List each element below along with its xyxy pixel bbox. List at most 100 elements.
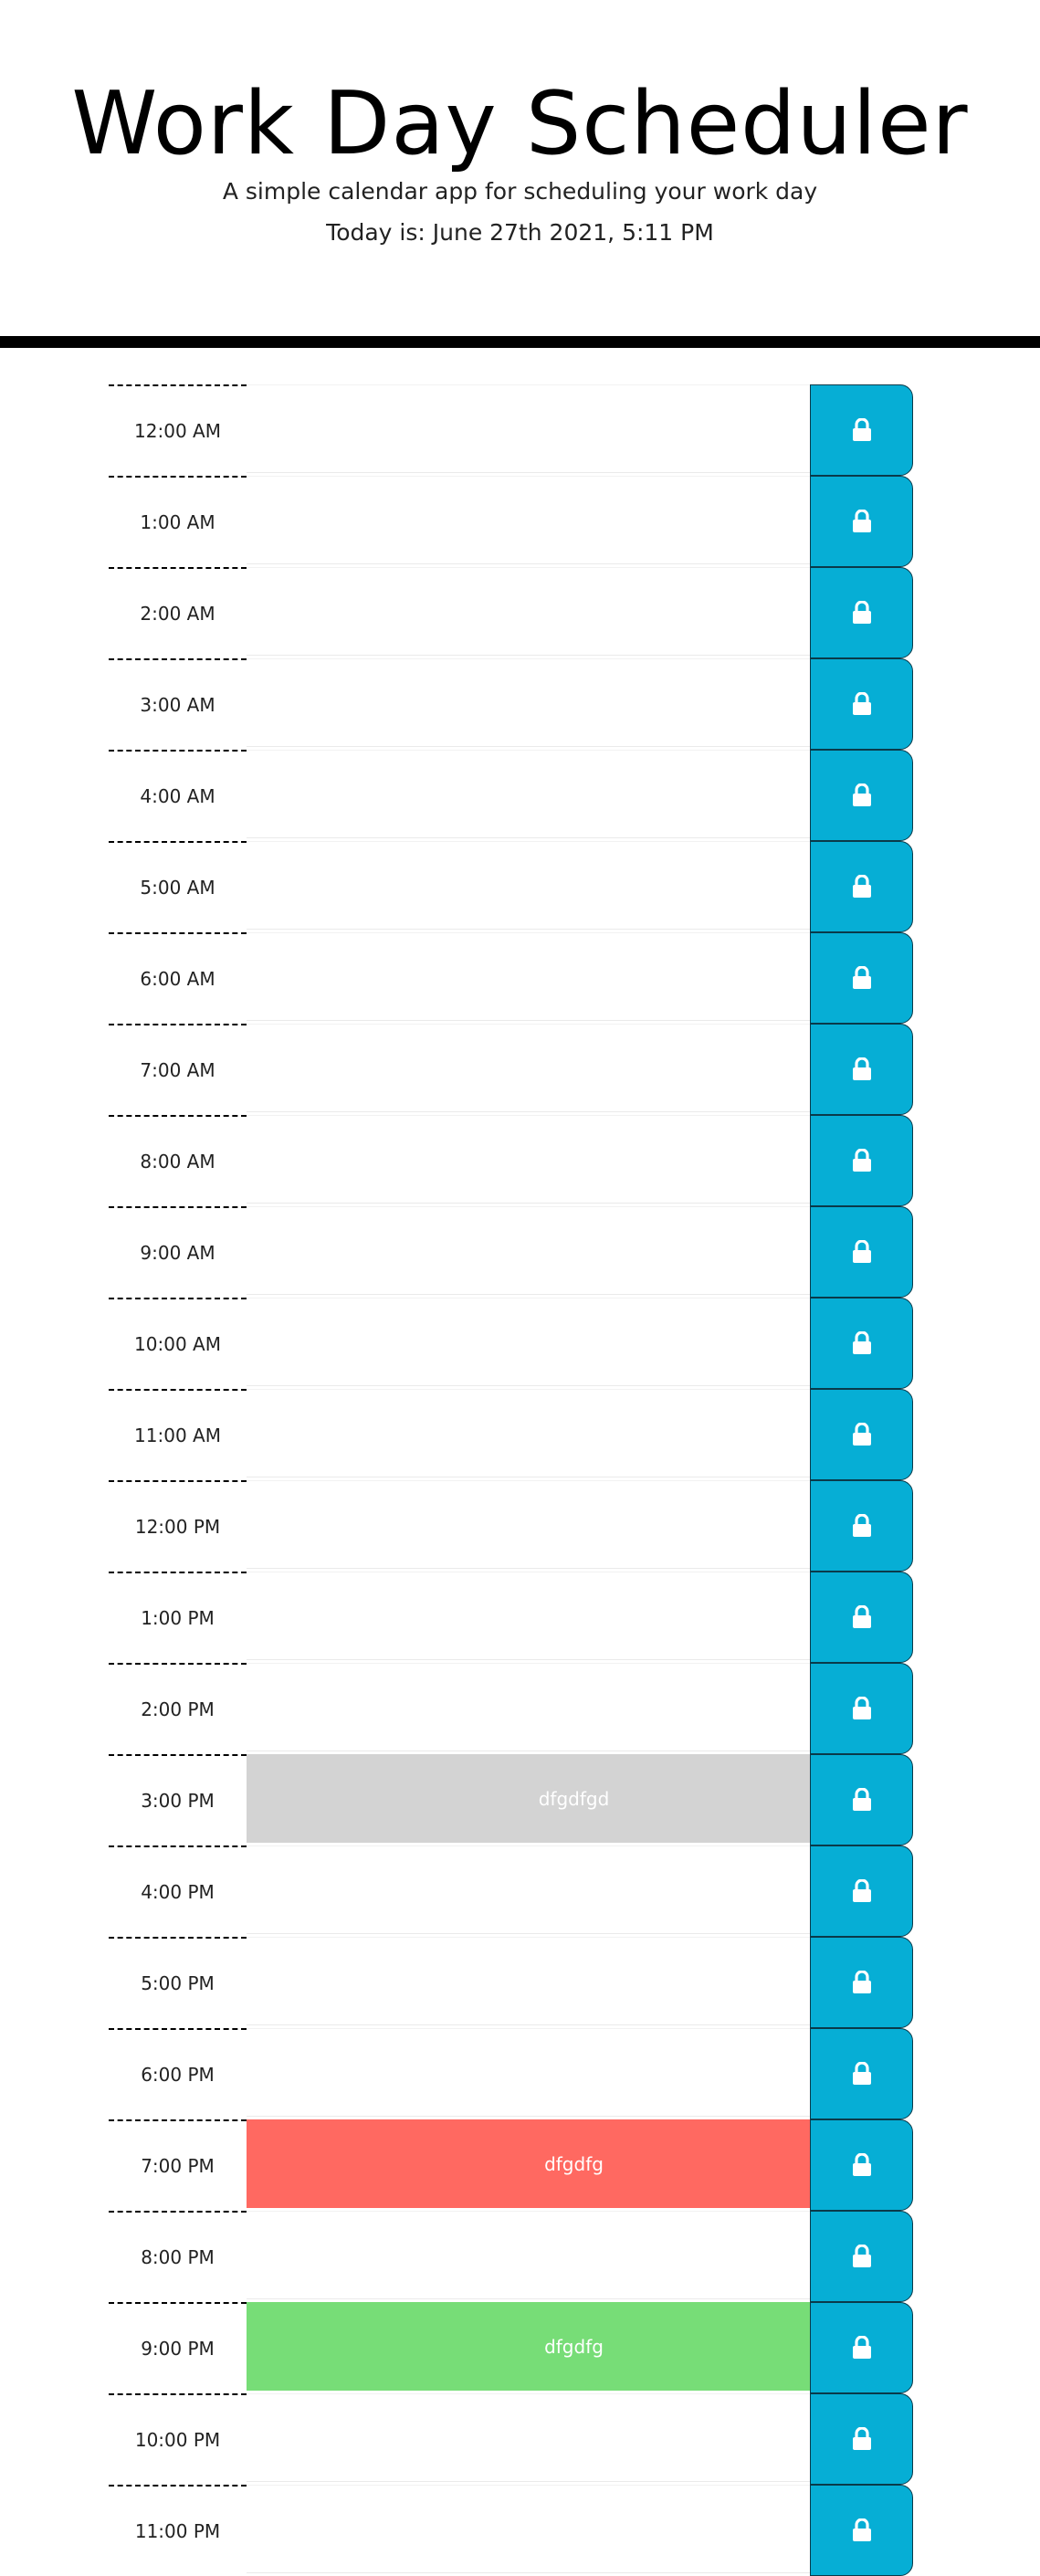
lock-icon	[851, 1149, 873, 1172]
event-description-input[interactable]: dfgdfg	[247, 2119, 901, 2208]
lock-icon	[851, 692, 873, 716]
hour-label: 6:00 AM	[109, 932, 247, 1024]
save-button[interactable]	[810, 932, 913, 1024]
save-button[interactable]	[810, 1298, 913, 1389]
time-block: 9:00 PM dfgdfg	[109, 2302, 914, 2393]
lock-icon	[851, 875, 873, 899]
event-description-input[interactable]	[247, 841, 901, 930]
save-button[interactable]	[810, 1115, 913, 1206]
lock-icon	[851, 2518, 873, 2542]
event-description-input[interactable]	[247, 1024, 901, 1112]
event-description-input[interactable]	[247, 1572, 901, 1660]
save-button[interactable]	[810, 841, 913, 932]
lock-icon	[851, 1879, 873, 1903]
save-button[interactable]	[810, 1389, 913, 1480]
time-block: 3:00 AM	[109, 658, 914, 750]
lock-icon	[851, 1788, 873, 1812]
save-button[interactable]	[810, 1845, 913, 1937]
lock-icon	[851, 2062, 873, 2086]
time-block: 1:00 AM	[109, 476, 914, 567]
event-description-input[interactable]	[247, 2211, 901, 2299]
save-button[interactable]	[810, 2485, 913, 2576]
save-button[interactable]	[810, 2211, 913, 2302]
lock-icon	[851, 1331, 873, 1355]
save-button[interactable]	[810, 2119, 913, 2211]
time-block: 10:00 AM	[109, 1298, 914, 1389]
event-description-input[interactable]	[247, 750, 901, 838]
event-description-input[interactable]	[247, 1480, 901, 1569]
hour-label: 1:00 AM	[109, 476, 247, 567]
save-button[interactable]	[810, 1663, 913, 1754]
time-block: 2:00 AM	[109, 567, 914, 658]
lock-icon	[851, 1240, 873, 1264]
hour-label: 2:00 PM	[109, 1663, 247, 1754]
event-description-input[interactable]	[247, 2485, 901, 2573]
event-description-input[interactable]	[247, 1663, 901, 1751]
event-description-input[interactable]	[247, 2393, 901, 2482]
event-description-input[interactable]: dfgdfg	[247, 2302, 901, 2391]
event-description-input[interactable]	[247, 932, 901, 1021]
lock-icon	[851, 2245, 873, 2268]
lock-icon	[851, 2153, 873, 2177]
lock-icon	[851, 2427, 873, 2451]
save-button[interactable]	[810, 1206, 913, 1298]
save-button[interactable]	[810, 658, 913, 750]
event-description-input[interactable]	[247, 567, 901, 656]
save-button[interactable]	[810, 384, 913, 476]
save-button[interactable]	[810, 1754, 913, 1845]
save-button[interactable]	[810, 567, 913, 658]
save-button[interactable]	[810, 1024, 913, 1115]
lock-icon	[851, 783, 873, 807]
event-description-input[interactable]	[247, 2028, 901, 2117]
time-block: 5:00 AM	[109, 841, 914, 932]
event-description-input[interactable]	[247, 1845, 901, 1934]
event-description-input[interactable]	[247, 1389, 901, 1477]
header-divider	[0, 336, 1040, 348]
save-button[interactable]	[810, 2302, 913, 2393]
lock-icon	[851, 2336, 873, 2360]
save-button[interactable]	[810, 1480, 913, 1572]
save-button[interactable]	[810, 476, 913, 567]
hour-label: 9:00 PM	[109, 2302, 247, 2393]
time-block: 8:00 PM	[109, 2211, 914, 2302]
time-block: 12:00 AM	[109, 384, 914, 476]
hour-label: 5:00 AM	[109, 841, 247, 932]
hour-label: 3:00 AM	[109, 658, 247, 750]
save-button[interactable]	[810, 2393, 913, 2485]
hour-label: 4:00 AM	[109, 750, 247, 841]
lock-icon	[851, 510, 873, 533]
lock-icon	[851, 1697, 873, 1720]
time-block: 6:00 AM	[109, 932, 914, 1024]
page-subtitle: A simple calendar app for scheduling you…	[222, 178, 818, 205]
event-description-input[interactable]	[247, 1115, 901, 1204]
save-button[interactable]	[810, 1572, 913, 1663]
lock-icon	[851, 1605, 873, 1629]
event-description-input[interactable]	[247, 1298, 901, 1386]
lock-icon	[851, 1057, 873, 1081]
hour-label: 4:00 PM	[109, 1845, 247, 1937]
time-block: 11:00 AM	[109, 1389, 914, 1480]
time-block: 1:00 PM	[109, 1572, 914, 1663]
lock-icon	[851, 966, 873, 990]
hour-label: 10:00 PM	[109, 2393, 247, 2485]
event-description-input[interactable]	[247, 1937, 901, 2025]
event-description-input[interactable]: dfgdfgd	[247, 1754, 901, 1843]
hour-label: 5:00 PM	[109, 1937, 247, 2028]
time-block: 12:00 PM	[109, 1480, 914, 1572]
event-description-input[interactable]	[247, 1206, 901, 1295]
time-block: 8:00 AM	[109, 1115, 914, 1206]
lock-icon	[851, 601, 873, 625]
time-block: 6:00 PM	[109, 2028, 914, 2119]
save-button[interactable]	[810, 2028, 913, 2119]
hour-label: 6:00 PM	[109, 2028, 247, 2119]
time-block: 7:00 PM dfgdfg	[109, 2119, 914, 2211]
lock-icon	[851, 1971, 873, 1994]
event-description-input[interactable]	[247, 476, 901, 564]
event-description-input[interactable]	[247, 658, 901, 747]
event-description-input[interactable]	[247, 384, 901, 473]
hour-label: 2:00 AM	[109, 567, 247, 658]
hour-label: 12:00 PM	[109, 1480, 247, 1572]
hour-label: 10:00 AM	[109, 1298, 247, 1389]
save-button[interactable]	[810, 1937, 913, 2028]
save-button[interactable]	[810, 750, 913, 841]
